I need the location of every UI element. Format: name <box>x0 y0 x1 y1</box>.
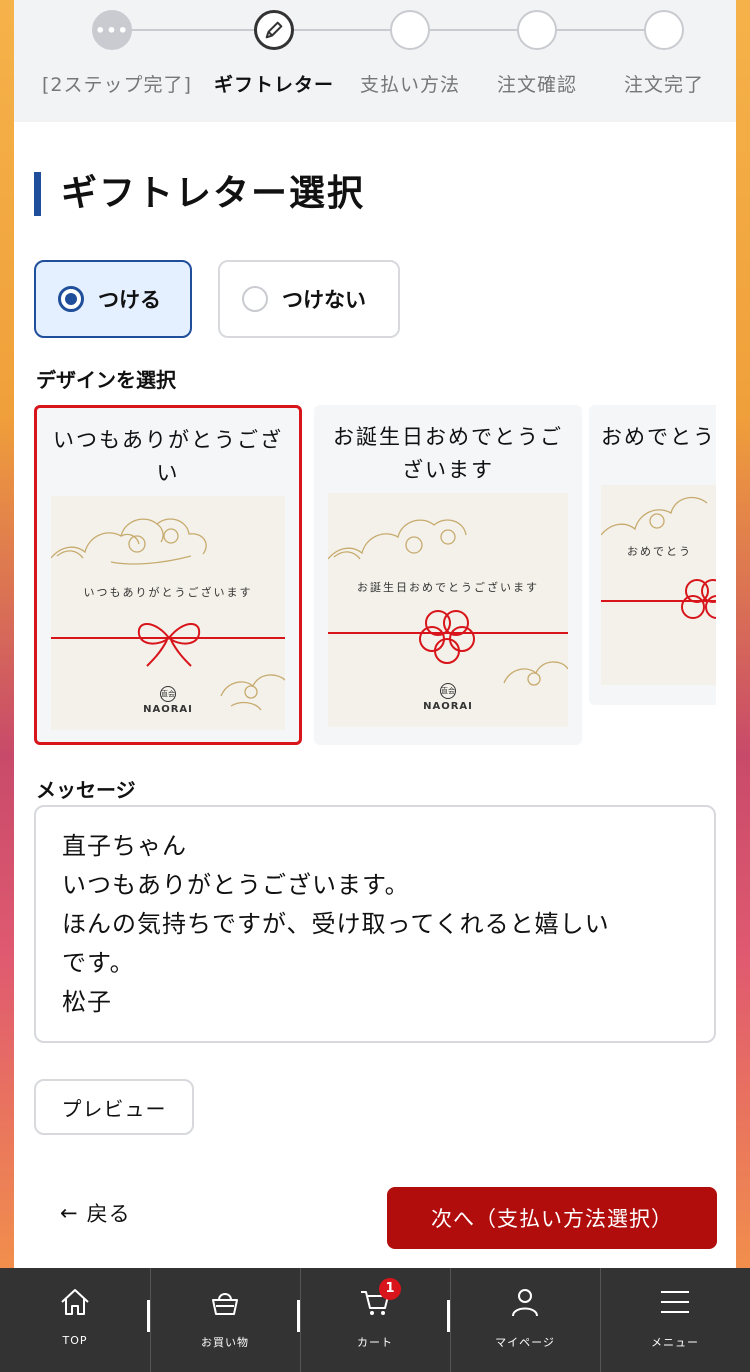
step-completed: ••• [2ステップ完了] <box>42 10 192 97</box>
brand-kanji: 直会 <box>160 686 176 702</box>
design-heading: デザインを選択 <box>36 368 176 392</box>
design-card-congrats[interactable]: おめでとう おめでとう <box>589 405 716 705</box>
design-card-thanks[interactable]: いつもありがとうござい ます <box>34 405 302 745</box>
step-circle <box>517 10 557 50</box>
tab-divider <box>297 1300 300 1332</box>
option-attach-label: つける <box>98 288 161 312</box>
message-textarea[interactable]: 直子ちゃん いつもありがとうございます。 ほんの気持ちですが、受け取ってくれると… <box>34 805 716 1043</box>
bottom-tab-bar: TOP お買い物 1 カート マイページ メニュー <box>0 1268 750 1372</box>
design-card-birthday[interactable]: お誕生日おめでとうご ざいます お誕生日おめでとうございます 直会 NAORAI <box>314 405 582 745</box>
brand-logo: 直会 NAORAI <box>328 683 568 712</box>
tab-label: カート <box>357 1336 393 1349</box>
step-circle <box>644 10 684 50</box>
brand-name: NAORAI <box>143 704 193 715</box>
page-title: ギフトレター選択 <box>34 172 365 216</box>
card-message-text: いつもありがとうございます <box>83 586 253 599</box>
tab-menu[interactable]: メニュー <box>600 1268 750 1372</box>
option-attach[interactable]: つける <box>34 260 192 338</box>
option-no-attach-label: つけない <box>282 288 366 312</box>
card-message-text: お誕生日おめでとうございます <box>357 581 539 594</box>
next-button[interactable]: 次へ（支払い方法選択） <box>387 1187 717 1249</box>
step-label: ギフトレター <box>213 74 334 96</box>
tab-divider <box>447 1300 450 1332</box>
tab-label: マイページ <box>495 1336 555 1349</box>
progress-stepper: ••• [2ステップ完了] ギフトレター 支払い方法 注文確認 注文完了 <box>14 0 736 122</box>
frame-left <box>0 0 14 1372</box>
page: ••• [2ステップ完了] ギフトレター 支払い方法 注文確認 注文完了 ギフト… <box>14 0 736 1372</box>
person-icon <box>512 1289 538 1317</box>
frame-right <box>736 0 750 1372</box>
option-no-attach[interactable]: つけない <box>218 260 400 338</box>
radio-unselected-icon <box>242 286 268 312</box>
cart-badge: 1 <box>379 1278 401 1300</box>
design-card-image: おめでとう <box>601 485 716 685</box>
tab-label: メニュー <box>651 1336 699 1349</box>
basket-icon <box>212 1293 238 1315</box>
tab-shopping[interactable]: お買い物 <box>150 1268 300 1372</box>
card-artwork <box>601 496 716 619</box>
preview-button[interactable]: プレビュー <box>34 1079 194 1135</box>
pencil-icon <box>254 10 294 50</box>
design-card-image: いつもありがとうございます 直会 NAORAI <box>51 496 285 730</box>
step-confirm: 注文確認 <box>467 10 607 97</box>
step-label: [2ステップ完了] <box>42 74 192 96</box>
design-card-image: お誕生日おめでとうございます 直会 NAORAI <box>328 493 568 727</box>
card-message-text: おめでとう <box>627 545 692 558</box>
tab-label: お買い物 <box>201 1336 249 1349</box>
step-label: 注文完了 <box>623 74 704 96</box>
tab-cart[interactable]: 1 カート <box>300 1268 450 1372</box>
step-label: 支払い方法 <box>359 74 460 96</box>
design-card-title: おめでとう <box>601 425 716 449</box>
message-heading: メッセージ <box>36 778 136 802</box>
arrow-left-icon: ← <box>60 1201 79 1225</box>
menu-icon <box>661 1291 689 1313</box>
tab-mypage[interactable]: マイページ <box>450 1268 600 1372</box>
tab-label: TOP <box>62 1334 88 1347</box>
step-complete: 注文完了 <box>594 10 734 97</box>
back-button[interactable]: ← 戻る <box>60 1198 131 1228</box>
step-payment: 支払い方法 <box>340 10 480 97</box>
brand-name: NAORAI <box>423 701 473 712</box>
step-gift-letter: ギフトレター <box>204 10 344 97</box>
step-circle <box>390 10 430 50</box>
brand-kanji: 直会 <box>440 683 456 699</box>
tab-divider <box>147 1300 150 1332</box>
step-label: 注文確認 <box>496 74 577 96</box>
tab-top[interactable]: TOP <box>0 1268 150 1372</box>
brand-logo: 直会 NAORAI <box>51 686 285 715</box>
back-label: 戻る <box>86 1202 131 1226</box>
design-card-title: お誕生日おめでとうご ざいます <box>333 425 563 482</box>
home-icon <box>61 1289 89 1315</box>
radio-selected-icon <box>58 286 84 312</box>
design-carousel[interactable]: いつもありがとうござい ます <box>34 405 716 747</box>
ellipsis-icon: ••• <box>92 10 132 50</box>
